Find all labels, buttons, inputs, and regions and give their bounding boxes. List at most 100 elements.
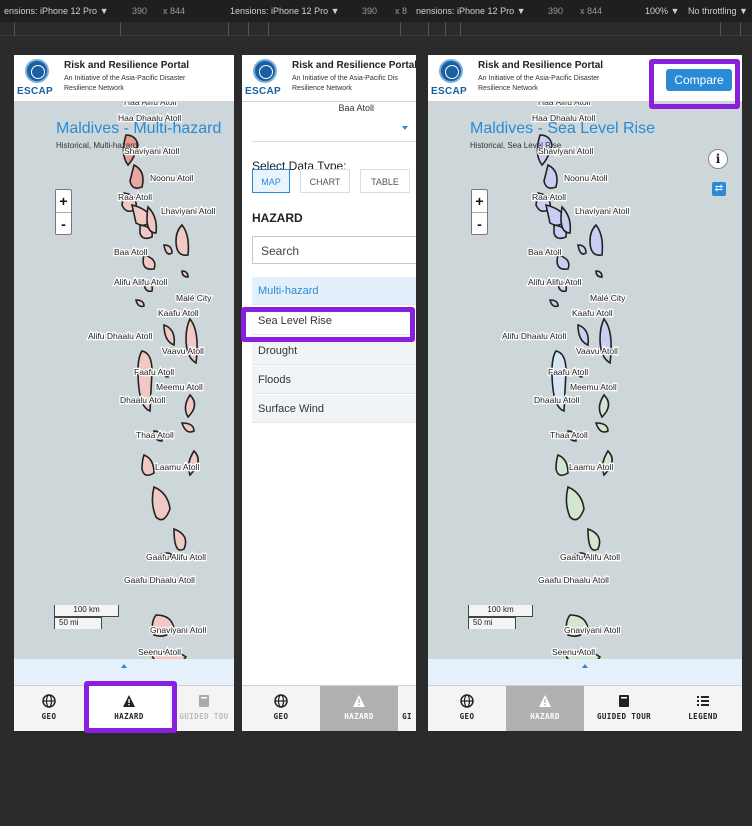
svg-text:Gaafu Alifu Atoll: Gaafu Alifu Atoll (146, 552, 206, 562)
svg-text:Kaafu Atoll: Kaafu Atoll (572, 308, 613, 318)
svg-text:Baa Atoll: Baa Atoll (114, 247, 148, 257)
list-icon (697, 696, 709, 706)
right-phone-panel: Haa Alifu Atoll Haa Dhaalu Atoll Shaviya… (428, 55, 742, 731)
svg-text:Raa Atoll: Raa Atoll (118, 192, 152, 202)
svg-text:Alifu Alifu Atoll: Alifu Alifu Atoll (528, 277, 582, 287)
hazard-heading: HAZARD (252, 211, 303, 225)
search-input[interactable]: Search (252, 236, 416, 264)
map-scale: 100 km 50 mi (54, 605, 119, 629)
nav-guided-tour[interactable]: GUIDED TOU (174, 686, 234, 731)
info-icon[interactable]: i (708, 149, 728, 169)
zoom-control: + - (55, 189, 72, 235)
svg-text:Alifu Dhaalu Atoll: Alifu Dhaalu Atoll (88, 331, 152, 341)
svg-text:Meemu Atoll: Meemu Atoll (570, 382, 617, 392)
globe-icon (42, 694, 56, 708)
brand-subtitle: An Initiative of the Asia-Pacific Disast… (478, 75, 600, 92)
throttle-selector[interactable]: No throttling ▼ (688, 6, 748, 16)
map-title: Maldives - Multi-hazard (56, 120, 222, 137)
data-type-chart[interactable]: CHART (300, 169, 350, 193)
data-type-map[interactable]: MAP (252, 169, 290, 193)
zoom-selector[interactable]: 100% ▼ (645, 6, 679, 16)
svg-text:Meemu Atoll: Meemu Atoll (156, 382, 203, 392)
chevron-down-icon (402, 126, 408, 130)
nav-guided-tour[interactable]: GI (398, 686, 416, 731)
svg-text:Laamu Atoll: Laamu Atoll (155, 462, 200, 472)
svg-text:Noonu Atoll: Noonu Atoll (564, 173, 608, 183)
width-field-1[interactable]: 390 (132, 6, 147, 16)
svg-text:Gnaviyani Atoll: Gnaviyani Atoll (150, 625, 206, 635)
width-field-2[interactable]: 390 (362, 6, 377, 16)
zoom-control: + - (471, 189, 488, 235)
device-selector-1[interactable]: ensions: iPhone 12 Pro ▼ (4, 6, 108, 16)
globe-icon (460, 694, 474, 708)
swap-icon[interactable]: ⇄ (712, 182, 726, 196)
svg-text:Seenu Atoll: Seenu Atoll (552, 647, 595, 657)
globe-icon (274, 694, 288, 708)
svg-text:Faafu Atoll: Faafu Atoll (134, 367, 174, 377)
map-subtitle: Historical, Multi-hazard (56, 141, 138, 150)
zoom-in-button[interactable]: + (472, 190, 487, 212)
hazard-item-floods[interactable]: Floods (252, 366, 416, 394)
devtools-toolbar: ensions: iPhone 12 Pro ▼ 390 x 844 1ensi… (0, 0, 752, 22)
nav-geo[interactable]: GEO (242, 686, 320, 731)
svg-text:Gaafu Alifu Atoll: Gaafu Alifu Atoll (560, 552, 620, 562)
svg-text:Dhaalu Atoll: Dhaalu Atoll (120, 395, 165, 405)
brand-subtitle: An Initiative of the Asia-Pacific Dis Res… (292, 75, 398, 92)
nav-hazard[interactable]: HAZARD (506, 686, 584, 731)
svg-text:Alifu Alifu Atoll: Alifu Alifu Atoll (114, 277, 168, 287)
device-selector-2[interactable]: 1ensions: iPhone 12 Pro ▼ (230, 6, 339, 16)
nav-guided-tour[interactable]: GUIDED TOUR (584, 686, 664, 731)
zoom-in-button[interactable]: + (56, 190, 71, 212)
height-field-1[interactable]: x 844 (163, 6, 185, 16)
svg-text:Gaafu Dhaalu Atoll: Gaafu Dhaalu Atoll (124, 575, 195, 585)
svg-text:Kaafu Atoll: Kaafu Atoll (158, 308, 199, 318)
height-field-2[interactable]: x 8 (395, 6, 407, 16)
bottom-nav: GEO HAZARD GI (242, 685, 416, 731)
svg-text:Noonu Atoll: Noonu Atoll (150, 173, 194, 183)
data-type-table[interactable]: TABLE (360, 169, 410, 193)
svg-text:Laamu Atoll: Laamu Atoll (569, 462, 614, 472)
width-field-3[interactable]: 390 (548, 6, 563, 16)
map-scale: 100 km 50 mi (468, 605, 533, 629)
svg-text:Vaavu Atoll: Vaavu Atoll (162, 346, 204, 356)
svg-text:Malé City: Malé City (176, 293, 212, 303)
app-header: ESCAP Risk and Resilience Portal An Init… (14, 55, 234, 102)
devtools-ruler (0, 22, 752, 36)
location-select[interactable]: Baa Atoll (252, 102, 416, 142)
svg-text:Malé City: Malé City (590, 293, 626, 303)
escap-logo[interactable]: ESCAP (17, 59, 57, 99)
hazard-item-surface-wind[interactable]: Surface Wind (252, 395, 416, 423)
height-field-3[interactable]: x 844 (580, 6, 602, 16)
zoom-out-button[interactable]: - (56, 212, 71, 234)
book-icon (199, 695, 209, 707)
highlight-sea-level-rise (241, 307, 415, 342)
svg-text:Raa Atoll: Raa Atoll (532, 192, 566, 202)
nav-geo[interactable]: GEO (14, 686, 84, 731)
nav-geo[interactable]: GEO (428, 686, 506, 731)
bottom-nav: GEO HAZARD GUIDED TOUR LEGEND (428, 685, 742, 731)
book-icon (619, 695, 629, 707)
nav-hazard[interactable]: HAZARD (320, 686, 398, 731)
svg-text:Gnaviyani Atoll: Gnaviyani Atoll (564, 625, 620, 635)
svg-text:Seenu Atoll: Seenu Atoll (138, 647, 181, 657)
svg-text:Faafu Atoll: Faafu Atoll (548, 367, 588, 377)
map-subtitle: Historical, Sea Level Rise (470, 141, 562, 150)
svg-text:Lhaviyani Atoll: Lhaviyani Atoll (575, 206, 629, 216)
svg-text:Dhaalu Atoll: Dhaalu Atoll (534, 395, 579, 405)
svg-text:Thaa Atoll: Thaa Atoll (550, 430, 588, 440)
brand-title: Risk and Resilience Portal (292, 60, 416, 71)
svg-text:Alifu Dhaalu Atoll: Alifu Dhaalu Atoll (502, 331, 566, 341)
map-title: Maldives - Sea Level Rise (470, 120, 655, 137)
nav-legend[interactable]: LEGEND (664, 686, 742, 731)
app-header: ESCAP Risk and Resilience Portal An Init… (242, 55, 416, 102)
warning-icon (353, 695, 365, 707)
device-selector-3[interactable]: nensions: iPhone 12 Pro ▼ (416, 6, 525, 16)
drawer-handle[interactable] (428, 659, 742, 685)
brand-title: Risk and Resilience Portal (478, 60, 604, 71)
svg-text:Vaavu Atoll: Vaavu Atoll (576, 346, 618, 356)
hazard-item-multi-hazard[interactable]: Multi-hazard (252, 277, 416, 305)
escap-logo[interactable]: ESCAP (245, 59, 285, 99)
brand-subtitle: An Initiative of the Asia-Pacific Disast… (64, 75, 186, 92)
zoom-out-button[interactable]: - (472, 212, 487, 234)
escap-logo[interactable]: ESCAP (431, 59, 471, 99)
